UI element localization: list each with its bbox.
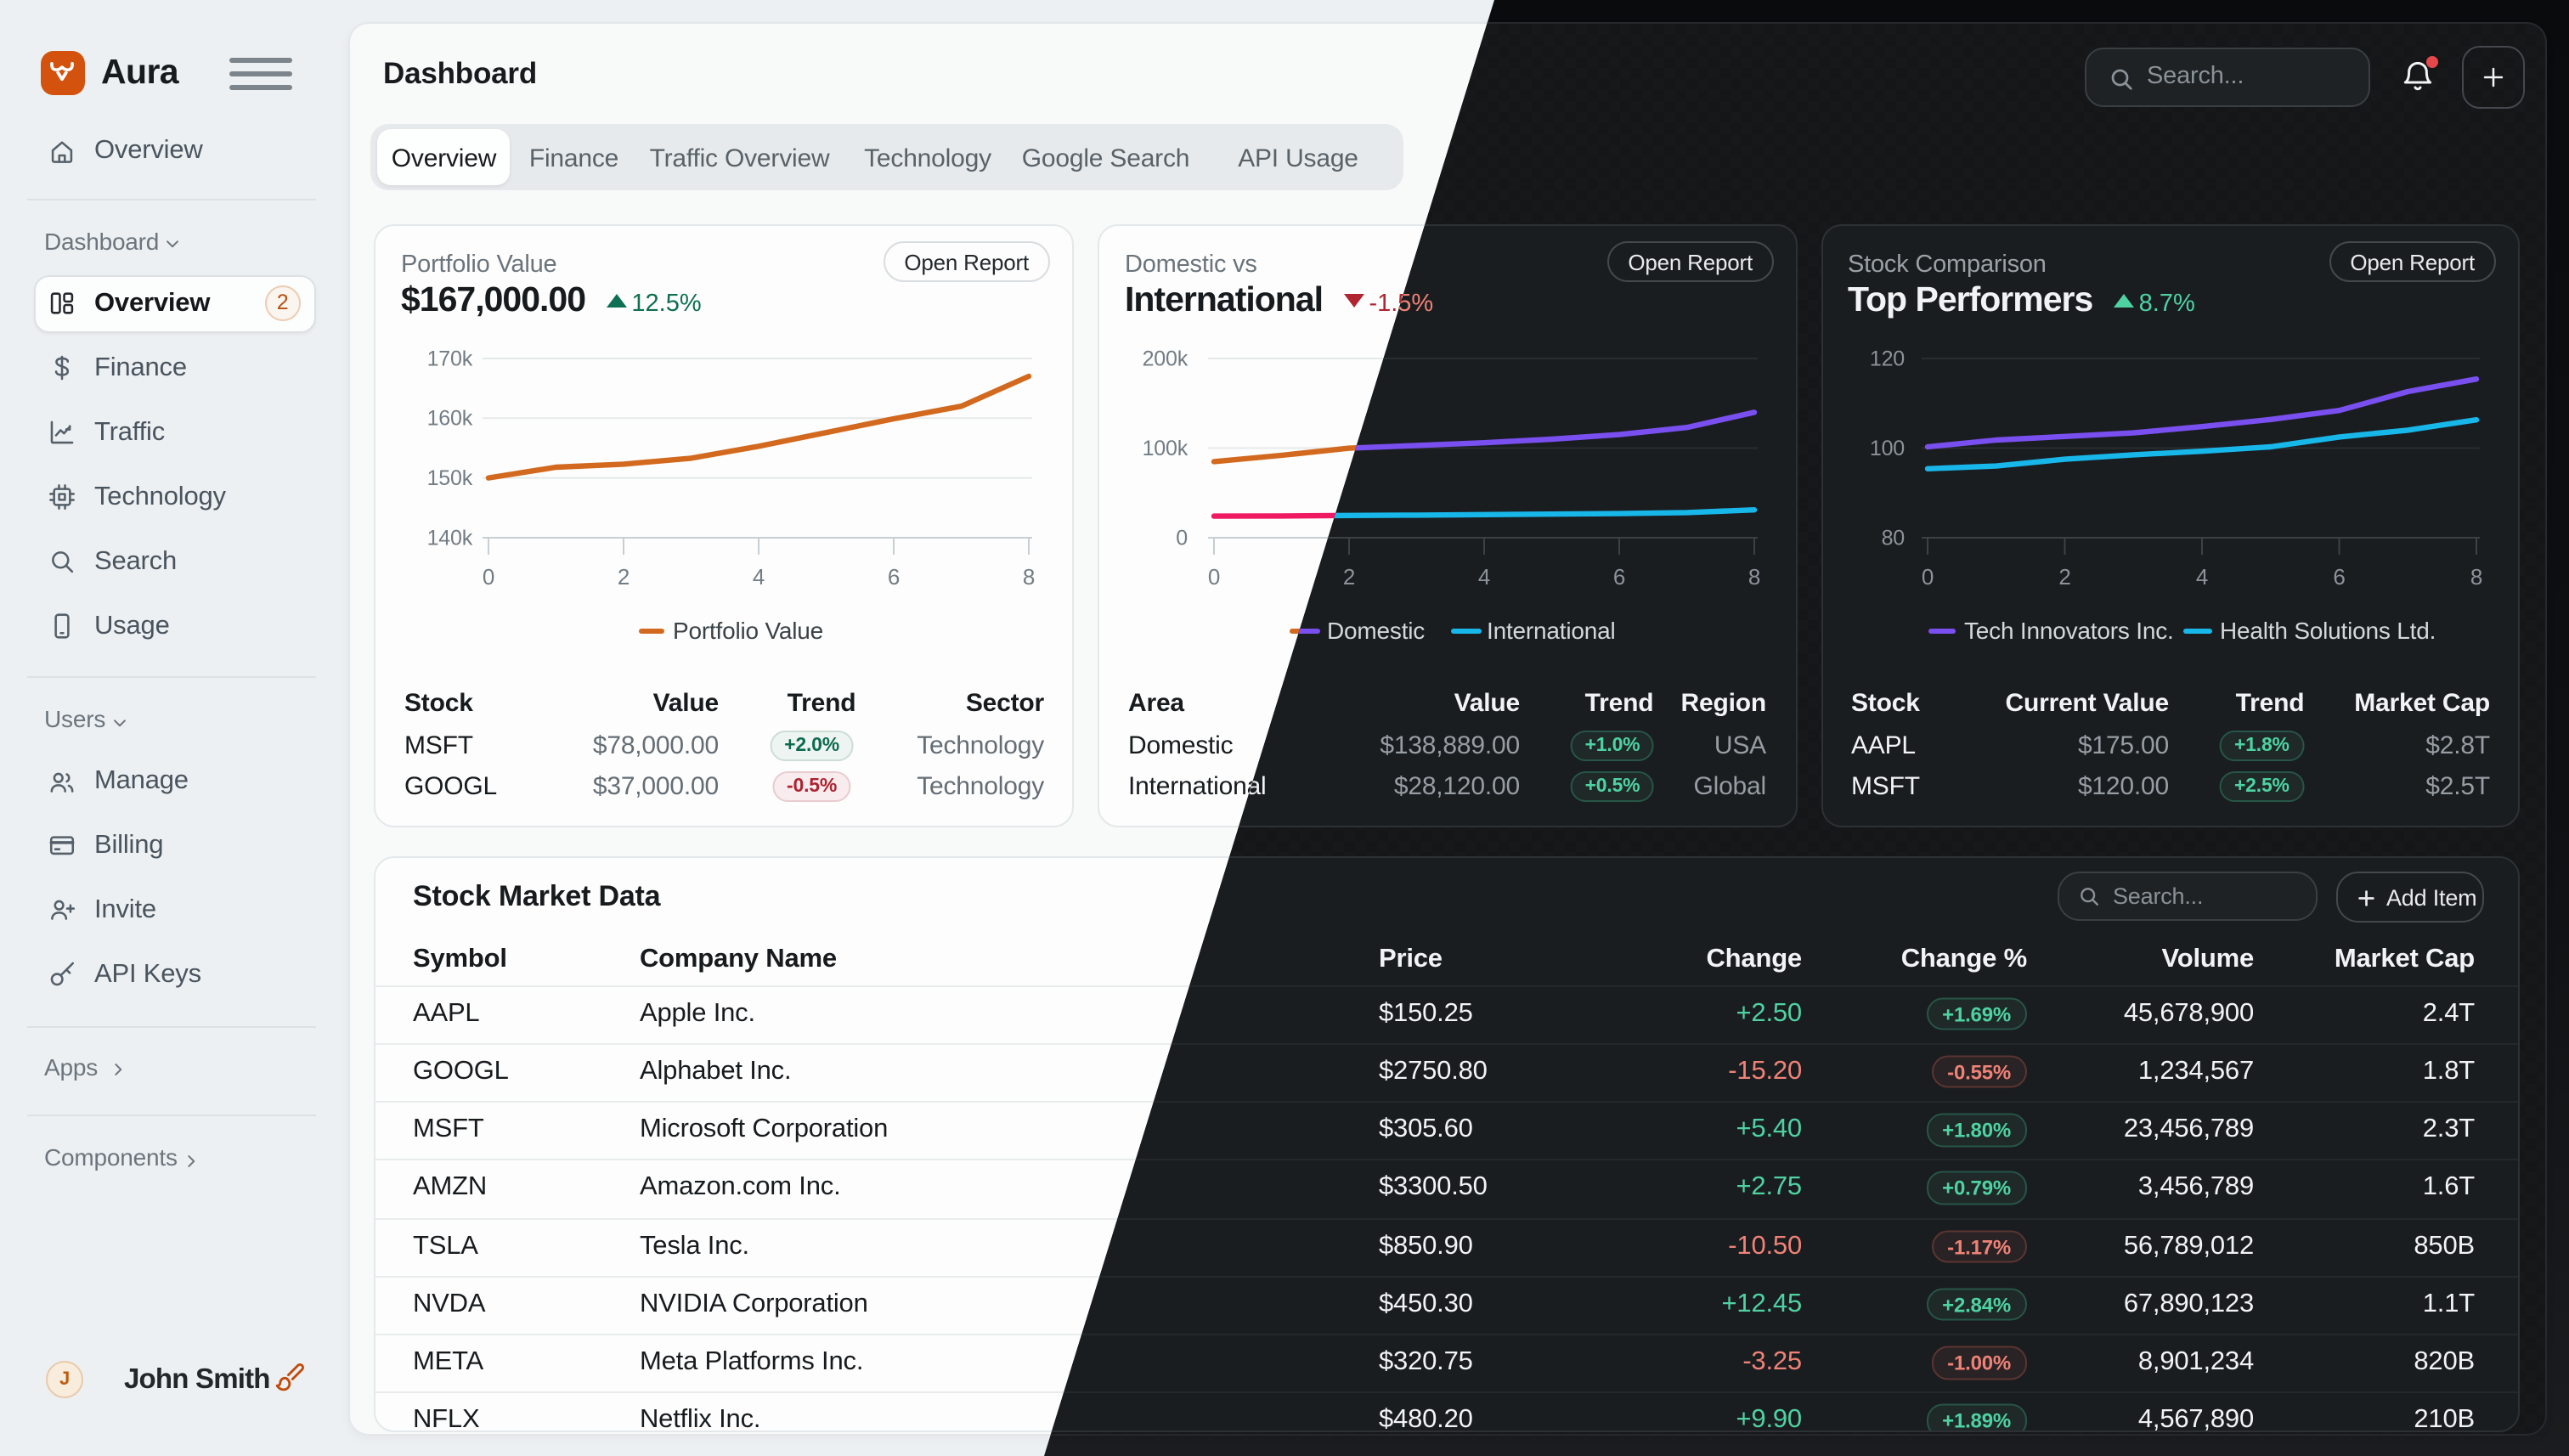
svg-text:2: 2 — [1343, 564, 1355, 590]
svg-text:120: 120 — [1869, 347, 1904, 370]
svg-text:2: 2 — [618, 564, 630, 590]
svg-text:100k: 100k — [1143, 437, 1189, 460]
svg-text:150k: 150k — [427, 466, 473, 490]
svg-text:8: 8 — [2470, 564, 2481, 590]
svg-text:6: 6 — [2332, 564, 2344, 590]
svg-text:140k: 140k — [427, 526, 473, 550]
svg-text:2: 2 — [2058, 564, 2069, 590]
svg-text:80: 80 — [1881, 526, 1904, 550]
svg-text:6: 6 — [1613, 564, 1625, 590]
svg-text:6: 6 — [888, 564, 900, 590]
svg-text:0: 0 — [1208, 564, 1220, 590]
svg-text:160k: 160k — [427, 407, 473, 431]
svg-text:8: 8 — [1023, 564, 1035, 590]
svg-text:200k: 200k — [1143, 347, 1189, 370]
svg-text:8: 8 — [1748, 564, 1760, 590]
svg-text:0: 0 — [1176, 526, 1188, 550]
svg-text:100: 100 — [1869, 437, 1904, 460]
svg-text:4: 4 — [753, 564, 765, 590]
svg-text:4: 4 — [2195, 564, 2207, 590]
svg-text:0: 0 — [1921, 564, 1933, 590]
svg-text:170k: 170k — [427, 347, 473, 370]
svg-text:4: 4 — [1478, 564, 1490, 590]
svg-text:0: 0 — [483, 564, 494, 590]
